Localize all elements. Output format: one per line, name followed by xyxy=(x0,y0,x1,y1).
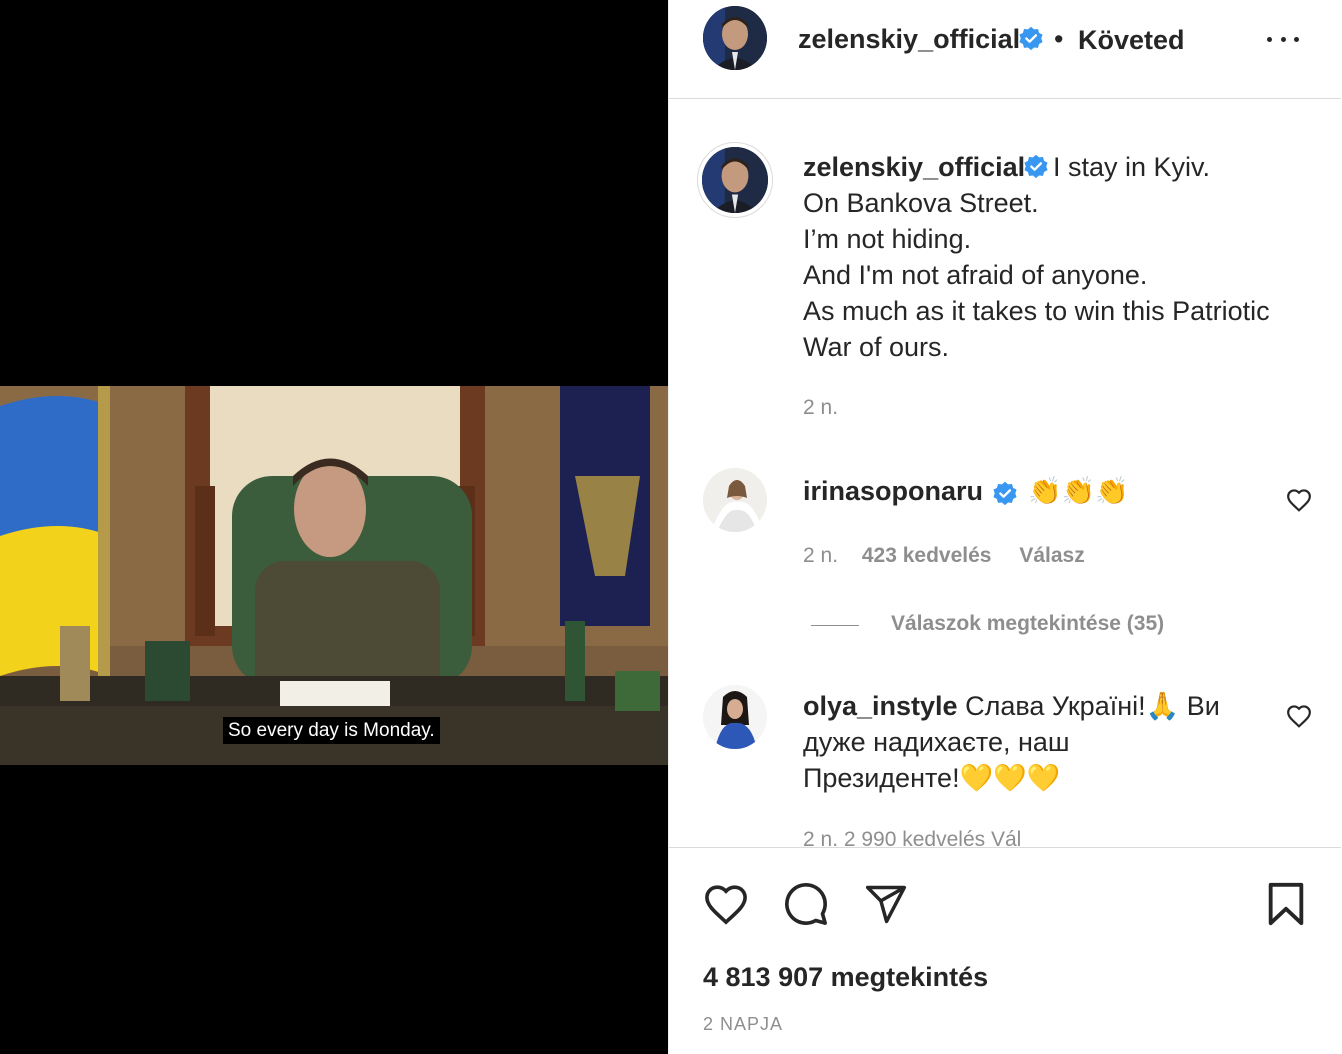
header-separator: • xyxy=(1054,24,1064,54)
verified-badge-icon xyxy=(1019,26,1043,51)
more-dot xyxy=(1267,36,1272,42)
comment-avatar[interactable] xyxy=(703,685,767,749)
comment-row: irinasoponaru 👏👏👏 xyxy=(803,473,1129,509)
more-dot xyxy=(1280,36,1286,42)
post-media[interactable]: So every day is Monday. xyxy=(0,0,668,1054)
share-paper-plane-icon[interactable] xyxy=(862,880,910,928)
caption-timestamp[interactable]: 2 n. xyxy=(803,396,838,420)
more-options-icon[interactable] xyxy=(1263,27,1303,51)
caption-line: I stay in Kyiv. xyxy=(1053,152,1211,182)
comment-username[interactable]: olya_instyle xyxy=(803,691,958,721)
video-player[interactable] xyxy=(0,386,668,765)
video-subtitle: So every day is Monday. xyxy=(223,717,440,744)
comment-like-heart-icon[interactable] xyxy=(1286,488,1312,512)
comment-text: дуже надихаєте, наш xyxy=(803,727,1070,757)
comment-bubble-icon[interactable] xyxy=(782,880,830,928)
comment-meta-partial: 2 n. 2 990 kedvelés Vál xyxy=(803,828,1022,846)
post-header: zelenskiy_official • Követed xyxy=(669,0,1341,99)
caption-author-avatar[interactable] xyxy=(702,147,768,213)
save-bookmark-icon[interactable] xyxy=(1262,880,1310,928)
verified-badge-icon xyxy=(993,481,1018,505)
caption-line: War of ours. xyxy=(803,332,950,362)
comment-timestamp[interactable]: 2 n. xyxy=(803,544,838,567)
comment-likes-count[interactable]: 423 kedvelés xyxy=(862,544,992,567)
caption-line: On Bankova Street. xyxy=(803,188,1039,218)
comment-text: Президенте!💛💛💛 xyxy=(803,763,1061,793)
caption-text: I stay in Kyiv. On Bankova Street. I’m n… xyxy=(803,149,1303,365)
comment-row: olya_instyle Слава Україні!🙏 Ви дуже над… xyxy=(803,688,1273,796)
view-replies-button[interactable]: Válaszok megtekintése (35) xyxy=(891,612,1164,636)
video-frame-image xyxy=(0,386,668,765)
post-age[interactable]: 2 NAPJA xyxy=(703,1014,783,1035)
comment-text: Слава Україні!🙏 Ви xyxy=(965,691,1220,721)
comment-text: 👏👏👏 xyxy=(1027,476,1129,506)
author-avatar[interactable] xyxy=(703,6,767,70)
post-actions: 4 813 907 megtekintés 2 NAPJA xyxy=(669,847,1341,1054)
more-dot xyxy=(1294,36,1299,42)
comment-avatar[interactable] xyxy=(703,468,767,532)
caption-line: I’m not hiding. xyxy=(803,224,972,254)
comment-username[interactable]: irinasoponaru xyxy=(803,476,983,506)
comments-list[interactable]: zelenskiy_official I stay in Kyiv. On Ba… xyxy=(669,100,1341,846)
view-replies-divider xyxy=(811,625,859,626)
view-count[interactable]: 4 813 907 megtekintés xyxy=(703,962,988,993)
like-heart-icon[interactable] xyxy=(702,880,750,928)
post-side-panel: zelenskiy_official • Követed zelenskiy_o… xyxy=(668,0,1341,1054)
caption-line: As much as it takes to win this Patrioti… xyxy=(803,296,1270,326)
comment-meta: 2 n. 423 kedvelés Válasz xyxy=(803,544,1085,568)
header-username[interactable]: zelenskiy_official xyxy=(798,22,1020,56)
follow-status-button[interactable]: Követed xyxy=(1078,23,1185,57)
caption-line: And I'm not afraid of anyone. xyxy=(803,260,1148,290)
comment-reply-button[interactable]: Válasz xyxy=(1019,544,1084,567)
comment-like-heart-icon[interactable] xyxy=(1286,704,1312,728)
